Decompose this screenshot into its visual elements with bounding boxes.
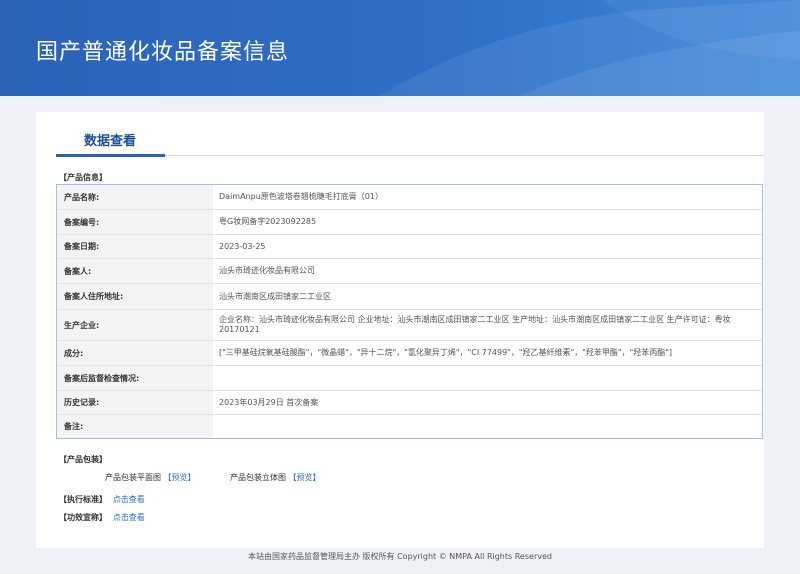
row-value: DaimAnpu原色波塔卷翘梳睫毛打底膏（01） <box>219 192 383 201</box>
row-value: ["三甲基硅烷氧基硅酸酯"，"微晶蜡"，"异十二烷"，"氢化聚异丁烯"，"CI … <box>219 348 673 357</box>
row-value: 汕头市潮南区成田镇家二工业区 <box>219 291 331 301</box>
row-value: 企业名称：汕头市琦迹化妆品有限公司 企业地址：汕头市潮南区成田镇家二工业区 生产… <box>219 315 731 334</box>
row-value: 2023-03-25 <box>219 241 266 251</box>
row-label: 产品名称: <box>57 185 213 209</box>
table-row: 成分: ["三甲基硅烷氧基硅酸酯"，"微晶蜡"，"异十二烷"，"氢化聚异丁烯"，… <box>57 341 762 366</box>
table-row: 产品名称: DaimAnpu原色波塔卷翘梳睫毛打底膏（01） <box>57 185 762 210</box>
table-row: 历史记录: 2023年03月29日 首次备案 <box>57 391 762 415</box>
row-value: 粤G妆网备字2023092285 <box>219 217 317 226</box>
row-value <box>219 415 752 438</box>
packaging-flat-label: 产品包装平面图 <box>105 473 161 482</box>
packaging-solid-preview-link[interactable]: 预览 <box>297 473 313 482</box>
row-label: 备案编号: <box>57 210 213 234</box>
product-info-table: 产品名称: DaimAnpu原色波塔卷翘梳睫毛打底膏（01） 备案编号: 粤G妆… <box>56 184 763 439</box>
packaging-flat-item: 产品包装平面图 【预览】 <box>105 473 196 482</box>
header-banner: 国产普通化妆品备案信息 <box>0 0 800 96</box>
efficacy-view-link[interactable]: 点击查看 <box>113 513 145 522</box>
efficacy-label: 【功效宣称】 <box>59 513 107 522</box>
row-value: 2023年03月29日 首次备案 <box>219 397 319 407</box>
footer-copyright: 本站由国家药品监督管理局主办 版权所有 Copyright © NMPA All… <box>248 552 552 561</box>
page-title: 国产普通化妆品备案信息 <box>36 40 290 65</box>
table-row: 备注: <box>57 415 762 438</box>
row-label: 备案人住所地址: <box>57 284 213 309</box>
standard-view-link[interactable]: 点击查看 <box>113 495 145 504</box>
standard-label: 【执行标准】 <box>59 495 107 504</box>
tab-data-view[interactable]: 数据查看 <box>84 130 136 149</box>
table-row: 备案人住所地址: 汕头市潮南区成田镇家二工业区 <box>57 284 762 310</box>
efficacy-row: 【功效宣称】 点击查看 <box>59 512 145 523</box>
packaging-solid-label: 产品包装立体图 <box>230 473 286 482</box>
row-label: 成分: <box>57 341 213 365</box>
table-row: 备案人: 汕头市琦迹化妆品有限公司 <box>57 259 762 284</box>
packaging-flat-preview-link[interactable]: 预览 <box>172 473 188 482</box>
content-card: 数据查看 【产品信息】 产品名称: DaimAnpu原色波塔卷翘梳睫毛打底膏（0… <box>36 112 764 548</box>
row-value <box>219 366 752 390</box>
tab-active-indicator <box>56 154 165 157</box>
table-row: 备案后监督检查情况: <box>57 366 762 391</box>
standard-row: 【执行标准】 点击查看 <box>59 494 145 505</box>
product-info-heading: 【产品信息】 <box>59 173 107 182</box>
packaging-heading: 【产品包装】 <box>59 455 107 464</box>
row-value: 汕头市琦迹化妆品有限公司 <box>219 266 315 275</box>
row-label: 备注: <box>57 415 213 438</box>
row-label: 备案人: <box>57 259 213 283</box>
row-label: 历史记录: <box>57 391 213 414</box>
table-row: 备案日期: 2023-03-25 <box>57 235 762 259</box>
row-label: 备案日期: <box>57 235 213 258</box>
row-label: 备案后监督检查情况: <box>57 366 213 390</box>
packaging-solid-item: 产品包装立体图 【预览】 <box>230 473 321 482</box>
table-row: 备案编号: 粤G妆网备字2023092285 <box>57 210 762 235</box>
row-label: 生产企业: <box>57 310 213 340</box>
table-row: 生产企业: 企业名称：汕头市琦迹化妆品有限公司 企业地址：汕头市潮南区成田镇家二… <box>57 310 762 341</box>
